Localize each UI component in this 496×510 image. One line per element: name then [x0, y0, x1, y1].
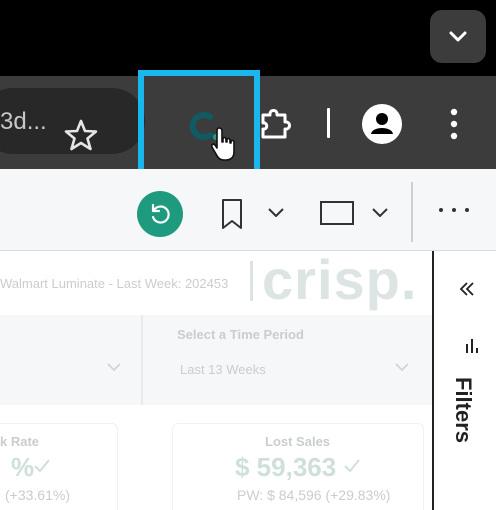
check-icon [344, 459, 360, 473]
browser-title-bar [0, 0, 496, 76]
time-period-slicer-title: Select a Time Period [177, 327, 304, 342]
slicer-band: Select a Time Period Last 13 Weeks [0, 315, 432, 405]
chevron-down-icon[interactable] [394, 361, 410, 373]
kpi-card: Lost Sales $ 59,363 PW: $ 84,596 (+29.83… [172, 423, 424, 510]
star-outline-icon[interactable] [64, 119, 98, 151]
bookmark-dropdown-chevron-icon[interactable] [266, 205, 286, 219]
vertical-dots-icon[interactable] [447, 106, 461, 142]
filter-bars-icon [466, 339, 478, 353]
report-action-bar [0, 169, 496, 251]
crisp-logo-text: crisp [262, 251, 401, 311]
report-canvas: Walmart Luminate - Last Week: 202453 cri… [0, 251, 432, 510]
crisp-logo-dot: . [400, 251, 418, 311]
view-dropdown-chevron-icon[interactable] [370, 205, 390, 219]
horizontal-dots-icon[interactable] [437, 205, 471, 215]
tab-search-button[interactable] [430, 10, 486, 63]
puzzle-piece-icon[interactable] [257, 105, 295, 141]
kpi-title: k Rate [0, 434, 40, 449]
bookmark-icon[interactable] [219, 197, 245, 231]
crisp-logo: crisp. [262, 251, 417, 312]
kpi-subtext: (+33.61%) [5, 487, 70, 503]
reset-button[interactable] [137, 191, 183, 237]
data-source-text: Walmart Luminate - Last Week: 202453 [0, 276, 229, 291]
check-icon [34, 459, 50, 473]
hand-pointer-icon [210, 127, 235, 161]
double-chevron-left-icon[interactable] [459, 281, 475, 297]
kpi-value: % [11, 452, 35, 482]
toolbar-separator [327, 108, 330, 138]
filters-pane[interactable]: Filters [432, 251, 496, 510]
address-bar[interactable]: 3d... [0, 88, 145, 154]
kpi-card: k Rate % (+33.61%) [0, 423, 118, 510]
reset-arrow-icon [151, 203, 170, 224]
chevron-down-icon [449, 31, 467, 41]
slicer-divider [141, 315, 143, 405]
kpi-title: Lost Sales [265, 434, 331, 449]
address-bar-text: 3d... [0, 108, 47, 135]
kpi-subtext: PW: $ 84,596 (+29.83%) [237, 487, 391, 503]
profile-button[interactable] [362, 104, 402, 144]
time-period-dropdown[interactable]: Last 13 Weeks [180, 362, 266, 377]
action-bar-separator [411, 182, 413, 242]
browser-toolbar: 3d... [0, 70, 496, 177]
filters-pane-label: Filters [451, 377, 476, 444]
logo-divider [250, 261, 253, 301]
window-view-icon[interactable] [319, 200, 355, 226]
kpi-value: $ 59,363 [235, 452, 337, 482]
chevron-down-icon[interactable] [106, 361, 122, 373]
person-avatar-icon [371, 113, 393, 134]
